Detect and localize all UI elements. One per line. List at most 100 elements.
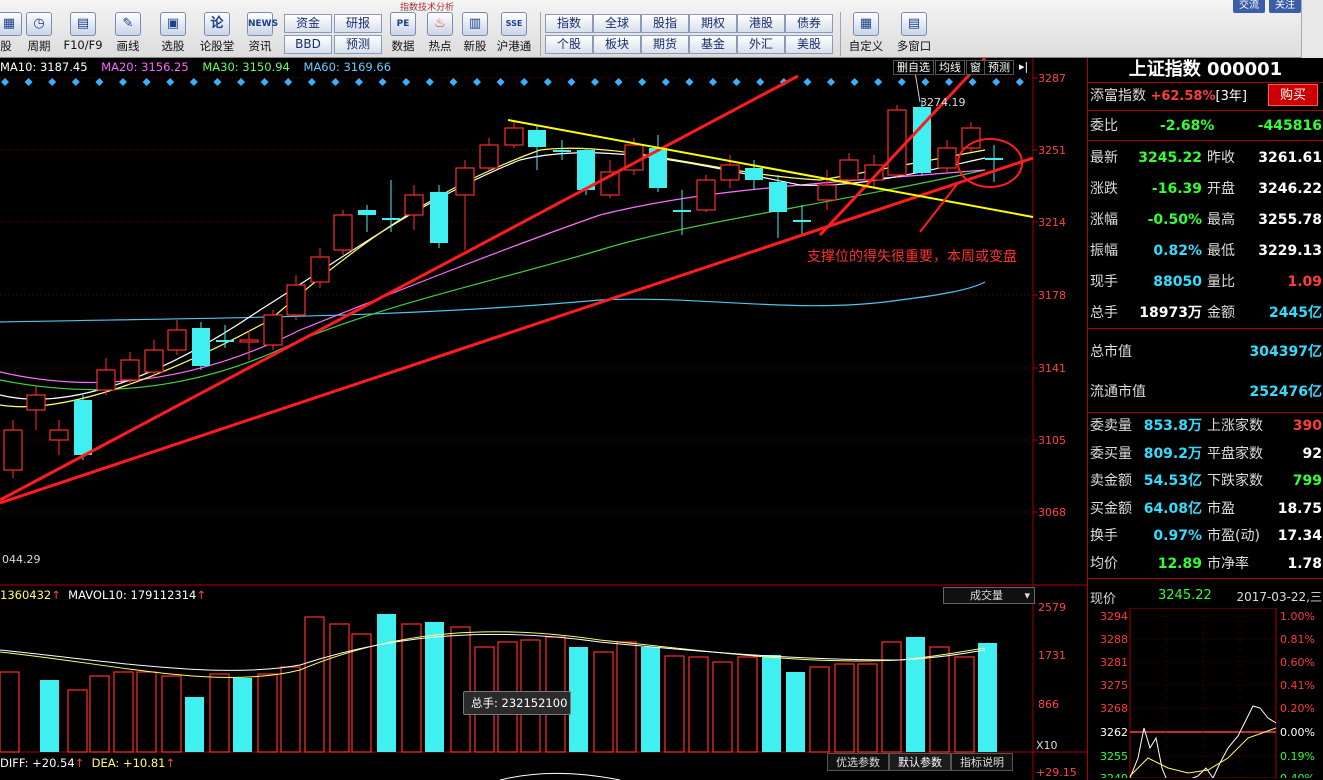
- event-diamond-icon: [732, 78, 741, 86]
- event-diamond-icon: [331, 78, 340, 86]
- quote-value: 3229.13: [1258, 243, 1322, 259]
- event-diamond-icon: [803, 78, 812, 86]
- quote-label: 最高: [1207, 212, 1235, 228]
- current-price: 3245.22: [1158, 588, 1212, 603]
- event-diamond-icon: [213, 78, 222, 86]
- volume-axis-labels: 2579 1731 866: [1038, 601, 1066, 711]
- chevron-down-icon: ▾: [1024, 589, 1030, 602]
- market-cap-value: 304397亿: [1249, 344, 1322, 360]
- volume-bar-down: [185, 697, 204, 752]
- event-markers: [1, 78, 1024, 86]
- intraday-left-tick: 3294: [1100, 610, 1128, 623]
- price-axis-labels: 3287 3251 3214 3178 3141 3105 3068: [1038, 72, 1066, 519]
- quote-value: 64.08亿: [1143, 500, 1202, 517]
- candle-up: [144, 349, 164, 373]
- float-cap-value: 252476亿: [1249, 384, 1322, 400]
- intraday-right-tick: 0.81%: [1280, 633, 1315, 646]
- toolbar-scroll[interactable]: [1301, 0, 1323, 58]
- divider: [1088, 140, 1323, 141]
- annotation-text: 支撑位的得失很重要，本周或变盘: [807, 248, 1017, 265]
- indicator-select[interactable]: 成交量 ▾: [943, 587, 1035, 604]
- security-title: 上证指数 000001: [1128, 59, 1283, 80]
- event-diamond-icon: [71, 78, 80, 86]
- event-diamond-icon: [874, 78, 883, 86]
- quote-label: 平盘家数: [1207, 445, 1263, 462]
- quote-value: 0.82%: [1153, 243, 1202, 259]
- tab-forecast[interactable]: 预测: [984, 60, 1014, 75]
- tab-window[interactable]: 窗: [966, 60, 985, 75]
- quote-label: 现手: [1090, 274, 1118, 290]
- volume-bar-down: [978, 643, 997, 752]
- quote-row: 涨幅 -0.50% 最高 3255.78: [1090, 208, 1322, 232]
- weibi-value: -445816: [1257, 118, 1322, 134]
- event-diamond-icon: [496, 78, 505, 86]
- intraday-header: 现价 3245.22 2017-03-22,三: [1090, 588, 1322, 607]
- quote-value: -16.39: [1151, 181, 1202, 197]
- price-axis-tick: 3178: [1038, 289, 1066, 302]
- volume-axis-tick: 2579: [1038, 601, 1066, 614]
- event-diamond-icon: [284, 78, 293, 86]
- volume-legend: 1360432↑ MAVOL10: 179112314↑: [0, 588, 206, 602]
- high-marker-label: 3274.19: [920, 96, 966, 109]
- tab-default-params[interactable]: 默认参数: [889, 753, 951, 771]
- quote-value: 799: [1292, 473, 1322, 489]
- candle-up: [720, 164, 740, 181]
- tab-ma[interactable]: 均线: [935, 60, 965, 75]
- quote-row: 卖金额 54.53亿 下跌家数 799: [1090, 469, 1322, 493]
- quote-row: 换手 0.97% 市盈(动) 17.34: [1090, 524, 1322, 548]
- volume-bar-up: [809, 666, 830, 753]
- buy-button[interactable]: 购买: [1268, 84, 1318, 106]
- candle-up: [49, 429, 69, 441]
- quote-value: 3261.61: [1258, 150, 1322, 166]
- chevron-right-icon[interactable]: ▸|: [1016, 60, 1032, 75]
- macd-legend: DIFF: +20.54↑ DEA: +10.81↑: [0, 756, 175, 770]
- candle-down: [673, 210, 691, 212]
- weibi-pct: -2.68%: [1160, 118, 1215, 134]
- quote-label: 换手: [1090, 528, 1118, 544]
- tianfu-row: 添富指数 +62.58%[3年]: [1090, 84, 1247, 108]
- event-diamond-icon: [378, 78, 387, 86]
- quote-label: 量比: [1207, 274, 1235, 290]
- quote-panel: 上证指数 000001 添富指数 +62.58%[3年] 购买 委比 -2.68…: [1087, 58, 1323, 780]
- volume-bar-up: [209, 673, 230, 753]
- volume-bar-down: [906, 637, 925, 752]
- event-diamond-icon: [661, 78, 670, 86]
- volume-bar-up: [881, 641, 902, 753]
- tab-remove-favorite[interactable]: 删自选: [893, 60, 934, 75]
- volume-value: 1360432: [0, 588, 52, 602]
- follow-button[interactable]: 关注: [1269, 0, 1301, 13]
- weibi-label: 委比: [1090, 118, 1118, 134]
- quote-label: 金额: [1207, 305, 1235, 321]
- candle-down: [216, 340, 234, 342]
- candle-down: [793, 220, 811, 222]
- quote-value: 1.09: [1287, 274, 1322, 290]
- event-diamond-icon: [1015, 78, 1024, 86]
- ma10-label: MA10: 3187.45: [0, 60, 88, 74]
- divider: [1088, 578, 1323, 579]
- quote-value: 18.75: [1277, 500, 1322, 517]
- kline-chart[interactable]: 3287 3251 3214 3178 3141 3105 3068 2579 1731 866…: [0, 0, 1087, 780]
- tianfu-label: 添富指数: [1090, 88, 1146, 104]
- divider: [1088, 82, 1323, 83]
- intraday-left-tick: 3288: [1100, 633, 1128, 646]
- quote-label: 开盘: [1207, 181, 1235, 197]
- volume-bar-up: [89, 675, 110, 753]
- candle-up: [887, 109, 907, 176]
- event-diamond-icon: [189, 78, 198, 86]
- intraday-right-tick: 0.00%: [1280, 726, 1315, 739]
- quote-value: 18973万: [1139, 305, 1202, 321]
- intraday-chart[interactable]: 3294 1.00% 3288 0.81% 3281 0.60% 3275 0.41% 3268…: [1088, 608, 1323, 778]
- candle-down: [382, 218, 400, 220]
- candle-up: [696, 179, 716, 211]
- tab-optimized-params[interactable]: 优选参数: [827, 753, 889, 771]
- intraday-right-tick: 0.60%: [1280, 656, 1315, 669]
- quote-label: 总手: [1090, 305, 1118, 321]
- quote-row: 最新 3245.22 昨收 3261.61: [1090, 146, 1322, 170]
- exchange-button[interactable]: 交流: [1233, 0, 1265, 13]
- volume-bar-up: [136, 671, 157, 753]
- event-diamond-icon: [614, 78, 623, 86]
- tab-indicator-help[interactable]: 指标说明: [951, 753, 1013, 771]
- quote-value: 390: [1292, 418, 1322, 434]
- event-diamond-icon: [709, 78, 717, 86]
- volume-bar-up: [688, 656, 709, 753]
